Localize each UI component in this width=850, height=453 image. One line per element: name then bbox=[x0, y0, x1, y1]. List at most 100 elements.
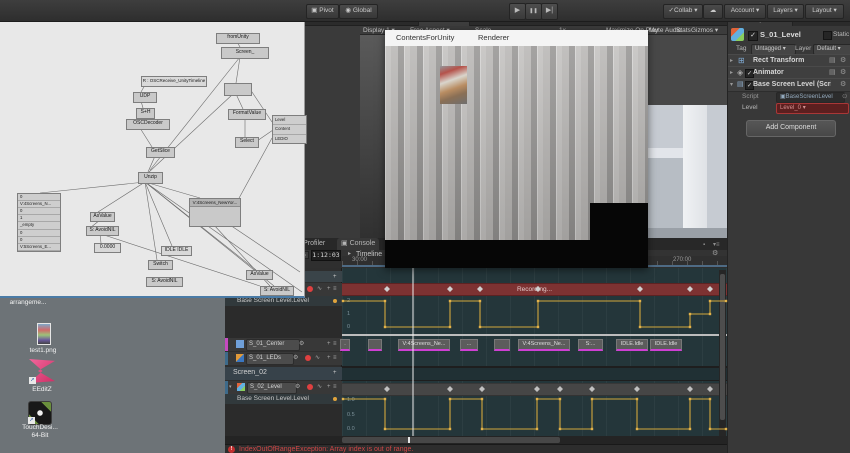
collab-button[interactable]: ✓Collab ▾ bbox=[663, 4, 703, 19]
menu-renderer[interactable]: Renderer bbox=[478, 33, 509, 42]
lock-icon[interactable]: ▪ bbox=[703, 241, 705, 249]
pause-button[interactable]: ❚❚ bbox=[525, 3, 542, 20]
property-row-s02[interactable]: Base Screen Level.Level bbox=[225, 394, 342, 404]
timeline-clip[interactable]: V:4Screens_Ne... bbox=[518, 339, 570, 351]
node[interactable]: Screen_ bbox=[221, 47, 269, 59]
curves-icon[interactable]: ∿ bbox=[315, 352, 320, 364]
timeline-clip[interactable]: V:4Screens_Ne... bbox=[398, 339, 450, 351]
node[interactable]: IDLE IDLE bbox=[161, 246, 192, 256]
console-status-bar[interactable]: ! IndexOutOfRangeException: Array index … bbox=[225, 444, 727, 453]
eeditz-label[interactable]: EEditZ bbox=[18, 386, 66, 394]
timeline-clip[interactable]: IDLE.Idle bbox=[650, 339, 682, 351]
touchdesigner-label[interactable]: TouchDesi... bbox=[12, 424, 68, 432]
node[interactable]: fromUnity bbox=[216, 33, 260, 44]
gear-icon[interactable]: ⚙ bbox=[840, 79, 846, 91]
node[interactable]: Switch bbox=[148, 260, 173, 270]
curves-icon[interactable]: ∿ bbox=[317, 283, 322, 295]
add-track-icon[interactable]: + bbox=[333, 367, 337, 379]
node[interactable]: AsValue bbox=[90, 212, 115, 222]
node[interactable]: R : OSCReceive_UnityTimeline bbox=[141, 76, 207, 87]
cloud-button[interactable]: ☁ bbox=[703, 4, 723, 19]
touchdesigner-label2[interactable]: 64-Bit bbox=[12, 432, 68, 440]
test1-png-icon[interactable] bbox=[37, 323, 51, 345]
timeline-clip[interactable] bbox=[494, 339, 510, 351]
panel-menu-icon[interactable]: ▾≡ bbox=[713, 241, 720, 249]
track-label[interactable]: S_02_Level bbox=[247, 382, 297, 394]
group-row-screen02[interactable]: Screen_02 + bbox=[225, 367, 342, 380]
timeline-clip[interactable]: ... bbox=[460, 339, 478, 351]
node[interactable]: GetSlice bbox=[146, 147, 175, 158]
active-checkbox[interactable]: ✓ bbox=[748, 31, 758, 41]
node[interactable] bbox=[224, 83, 252, 96]
record-toggle[interactable] bbox=[305, 355, 311, 361]
node[interactable]: LevelContentLEDIO bbox=[272, 115, 307, 144]
add-icon[interactable]: + bbox=[327, 352, 331, 364]
stats-toggle[interactable]: Stats bbox=[676, 26, 691, 35]
node[interactable]: S+H bbox=[136, 108, 155, 119]
tab-console[interactable]: ▣ Console bbox=[337, 238, 379, 250]
add-icon[interactable]: + bbox=[327, 283, 331, 295]
track-row-s01-center[interactable]: S_01_Center ⚙ + ≡ bbox=[225, 338, 342, 351]
curves-icon[interactable]: ∿ bbox=[317, 381, 322, 393]
play-button[interactable]: ▶ bbox=[509, 3, 526, 20]
add-component-button[interactable]: Add Component bbox=[746, 120, 836, 137]
node[interactable]: OSCDecoder bbox=[126, 119, 170, 130]
add-icon[interactable]: + bbox=[327, 338, 331, 350]
timeline-clip[interactable]: S:... bbox=[578, 339, 603, 351]
foldout-icon[interactable]: ▾ bbox=[730, 79, 733, 91]
node[interactable]: FormatValue bbox=[228, 109, 266, 120]
track-label[interactable]: S_01_Center bbox=[246, 339, 300, 351]
gear-icon[interactable]: ⚙ bbox=[293, 352, 298, 364]
v-scrollbar-thumb[interactable] bbox=[720, 274, 725, 420]
track-row-s01-leds[interactable]: S_01_LEDs ⚙ ∿ + ≡ bbox=[225, 352, 342, 365]
s02-keyframe-band[interactable] bbox=[342, 383, 727, 396]
test1-png-label[interactable]: test1.png bbox=[14, 347, 72, 355]
add-icon[interactable]: + bbox=[327, 381, 331, 393]
object-name-field[interactable]: S_01_Level bbox=[760, 29, 822, 40]
level-dropdown[interactable]: Level_0 ▾ bbox=[776, 103, 849, 114]
gizmos-dropdown[interactable]: Gizmos ▾ bbox=[691, 26, 718, 35]
account-button[interactable]: Account ▾ bbox=[724, 4, 766, 19]
menu-icon[interactable]: ≡ bbox=[333, 352, 337, 364]
node[interactable]: Select bbox=[235, 137, 259, 148]
track-label[interactable]: S_01_LEDs bbox=[246, 353, 294, 365]
node[interactable]: S: AvoidNIL bbox=[260, 286, 294, 296]
node[interactable]: S: AvoidNIL bbox=[146, 277, 183, 287]
menu-icon[interactable]: ≡ bbox=[333, 283, 337, 295]
record-toggle[interactable] bbox=[307, 384, 313, 390]
node[interactable]: 0V:4Screens_N...01_empty00V:5Screens_E..… bbox=[17, 193, 61, 252]
arrangeme-label[interactable]: arrangeme... bbox=[0, 299, 56, 307]
track-row-s02-level[interactable]: ▾ S_02_Level ⚙ ∿ + ≡ bbox=[225, 381, 342, 394]
node[interactable]: Unzip bbox=[138, 172, 163, 184]
node-editor-window[interactable]: fromUnity Screen_ FormatValue Select LevelCo… bbox=[0, 22, 305, 298]
node[interactable]: V:4Screens_NewYor... bbox=[189, 198, 241, 227]
recording-track[interactable]: Recording... bbox=[342, 283, 727, 296]
menu-icon[interactable]: ≡ bbox=[333, 338, 337, 350]
component-base-screen-level[interactable]: ▾ ▤ ✓ Base Screen Level (Script ⚙ bbox=[728, 78, 850, 92]
gear-icon[interactable]: ⚙ bbox=[299, 338, 304, 350]
static-checkbox[interactable] bbox=[823, 31, 832, 40]
foldout-icon[interactable]: ▾ bbox=[229, 381, 232, 393]
node[interactable]: UDP bbox=[133, 92, 157, 103]
step-button[interactable]: ▶| bbox=[541, 3, 558, 20]
menu-icon[interactable]: ≡ bbox=[333, 381, 337, 393]
pivot-button[interactable]: ▣ Pivot bbox=[306, 4, 339, 19]
add-track-icon[interactable]: + bbox=[333, 271, 337, 283]
gear-icon[interactable]: ⚙ bbox=[295, 381, 300, 393]
record-toggle[interactable] bbox=[307, 286, 313, 292]
object-picker-icon[interactable]: ⊙ bbox=[842, 92, 847, 102]
node[interactable]: AsValue bbox=[246, 270, 273, 280]
menu-contentsforunity[interactable]: ContentsForUnity bbox=[396, 33, 454, 42]
script-object-field[interactable]: ▣BaseScreenLevel bbox=[776, 92, 845, 103]
node[interactable]: S: AvoidNIL bbox=[86, 226, 119, 236]
timeline-clip[interactable] bbox=[368, 339, 382, 351]
contents-window-titlebar[interactable]: ContentsForUnity Renderer bbox=[385, 30, 648, 47]
layout-button[interactable]: Layout ▾ bbox=[805, 4, 844, 19]
time-display[interactable]: 1:12:03 bbox=[311, 250, 341, 261]
layers-button[interactable]: Layers ▾ bbox=[767, 4, 804, 19]
node[interactable]: 0.0000 bbox=[94, 243, 121, 253]
h-scrollbar-thumb[interactable] bbox=[342, 437, 560, 443]
timeline-clip[interactable]: . bbox=[340, 339, 350, 351]
global-button[interactable]: ◉ Global bbox=[339, 4, 378, 19]
static-label[interactable]: Static ▾ bbox=[833, 30, 850, 38]
